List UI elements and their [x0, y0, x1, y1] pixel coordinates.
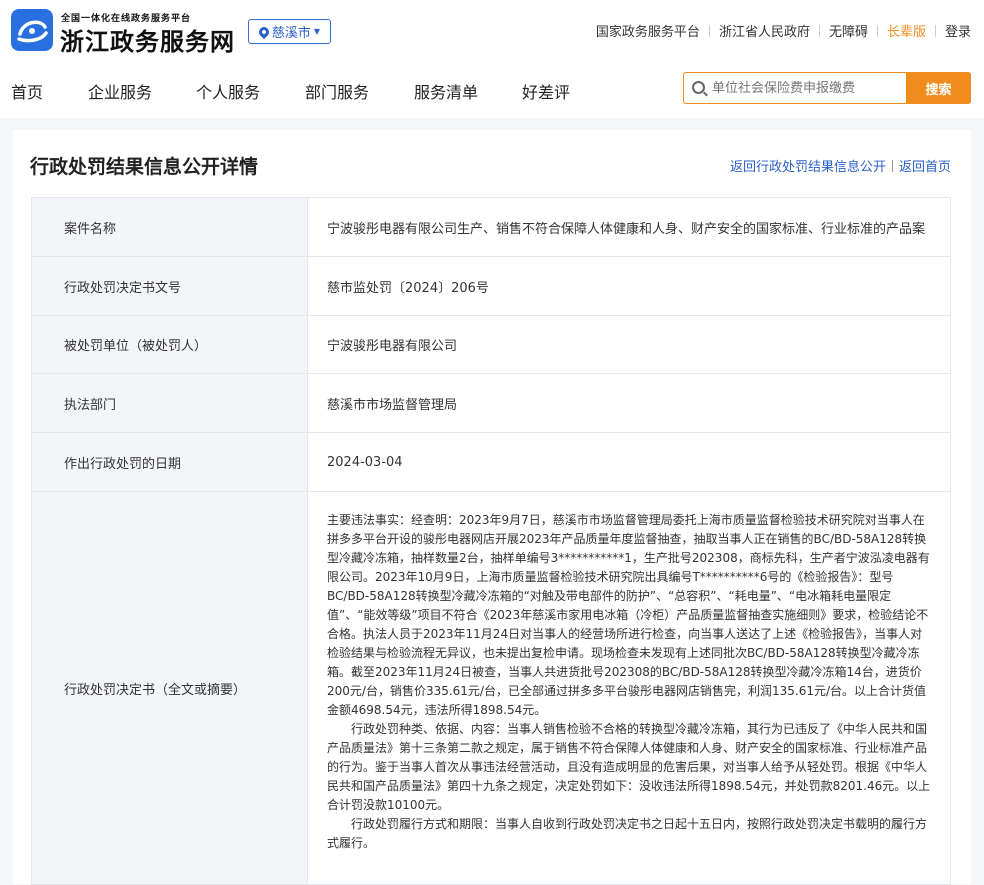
search-box: 搜索	[683, 72, 971, 104]
doc-no-label: 行政处罚决定书文号	[32, 257, 308, 315]
nav-home[interactable]: 首页	[11, 79, 43, 103]
divider	[934, 24, 936, 37]
decision-label: 行政处罚决定书（全文或摘要）	[32, 492, 308, 884]
city-label: 慈溪市	[271, 26, 311, 41]
date-value: 2024-03-04	[327, 454, 403, 470]
table-row: 执法部门 慈溪市市场监督管理局	[32, 374, 950, 433]
table-row: 行政处罚决定书文号 慈市监处罚〔2024〕206号	[32, 257, 950, 316]
nav-enterprise-services[interactable]: 企业服务	[88, 79, 152, 103]
table-row: 行政处罚决定书（全文或摘要） 主要违法事实：经查明：2023年9月7日，慈溪市市…	[32, 492, 950, 884]
department-value: 慈溪市市场监督管理局	[327, 397, 458, 413]
top-header: 全国一体化在线政务服务平台 浙江政务服务网 慈溪市 ▼ 国家政务服务平台 浙江省…	[0, 0, 984, 60]
search-icon	[692, 81, 705, 94]
case-name-label: 案件名称	[32, 198, 308, 256]
divider	[708, 24, 710, 37]
divider	[891, 159, 893, 172]
table-row: 作出行政处罚的日期 2024-03-04	[32, 433, 950, 492]
detail-table: 案件名称 宁波骏彤电器有限公司生产、销售不符合保障人体健康和人身、财产安全的国家…	[31, 197, 951, 885]
department-label: 执法部门	[32, 374, 308, 432]
doc-no-value: 慈市监处罚〔2024〕206号	[327, 280, 489, 296]
search-button[interactable]: 搜索	[906, 72, 971, 104]
page-title: 行政处罚结果信息公开详情	[30, 156, 259, 178]
link-elder-mode[interactable]: 长辈版	[887, 21, 926, 40]
divider	[876, 24, 878, 37]
decision-paragraph: 主要违法事实：经查明：2023年9月7日，慈溪市市场监督管理局委托上海市质量监督…	[327, 513, 930, 717]
link-login[interactable]: 登录	[945, 21, 971, 40]
top-links: 国家政务服务平台 浙江省人民政府 无障碍 长辈版 登录	[596, 21, 971, 40]
portal-logo-icon[interactable]	[11, 9, 53, 51]
detail-panel: 行政处罚结果信息公开详情 返回行政处罚结果信息公开 返回首页 案件名称 宁波骏彤…	[13, 130, 971, 885]
logo-title[interactable]: 浙江政务服务网	[60, 22, 235, 57]
nav-service-list[interactable]: 服务清单	[414, 79, 478, 103]
table-row: 被处罚单位（被处罚人） 宁波骏彤电器有限公司	[32, 316, 950, 374]
decision-text: 主要违法事实：经查明：2023年9月7日，慈溪市市场监督管理局委托上海市质量监督…	[308, 492, 950, 884]
nav-rating[interactable]: 好差评	[522, 79, 570, 103]
city-selector[interactable]: 慈溪市 ▼	[248, 19, 331, 44]
decision-paragraph: 行政处罚种类、依据、内容：当事人销售检验不合格的转换型冷藏冷冻箱，其行为已违反了…	[327, 722, 931, 812]
nav-personal-services[interactable]: 个人服务	[196, 79, 260, 103]
link-accessibility[interactable]: 无障碍	[829, 21, 868, 40]
search-input[interactable]	[712, 79, 902, 97]
case-name-value: 宁波骏彤电器有限公司生产、销售不符合保障人体健康和人身、财产安全的国家标准、行业…	[327, 221, 926, 237]
back-to-home-link[interactable]: 返回首页	[899, 156, 951, 175]
nav-department-services[interactable]: 部门服务	[305, 79, 369, 103]
link-national-platform[interactable]: 国家政务服务平台	[596, 21, 700, 40]
back-to-list-link[interactable]: 返回行政处罚结果信息公开	[730, 156, 886, 175]
main-nav: 首页 企业服务 个人服务 部门服务 服务清单 好差评 搜索	[0, 60, 984, 118]
location-pin-icon	[256, 24, 271, 39]
link-provincial-government[interactable]: 浙江省人民政府	[719, 21, 810, 40]
decision-paragraph: 行政处罚履行方式和期限：当事人自收到行政处罚决定书之日起十五日内，按照行政处罚决…	[327, 817, 928, 850]
party-label: 被处罚单位（被处罚人）	[32, 316, 308, 373]
table-row: 案件名称 宁波骏彤电器有限公司生产、销售不符合保障人体健康和人身、财产安全的国家…	[32, 198, 950, 257]
date-label: 作出行政处罚的日期	[32, 433, 308, 491]
divider	[818, 24, 820, 37]
back-links: 返回行政处罚结果信息公开 返回首页	[730, 156, 951, 175]
caret-down-icon: ▼	[313, 27, 321, 36]
party-value: 宁波骏彤电器有限公司	[327, 339, 458, 354]
